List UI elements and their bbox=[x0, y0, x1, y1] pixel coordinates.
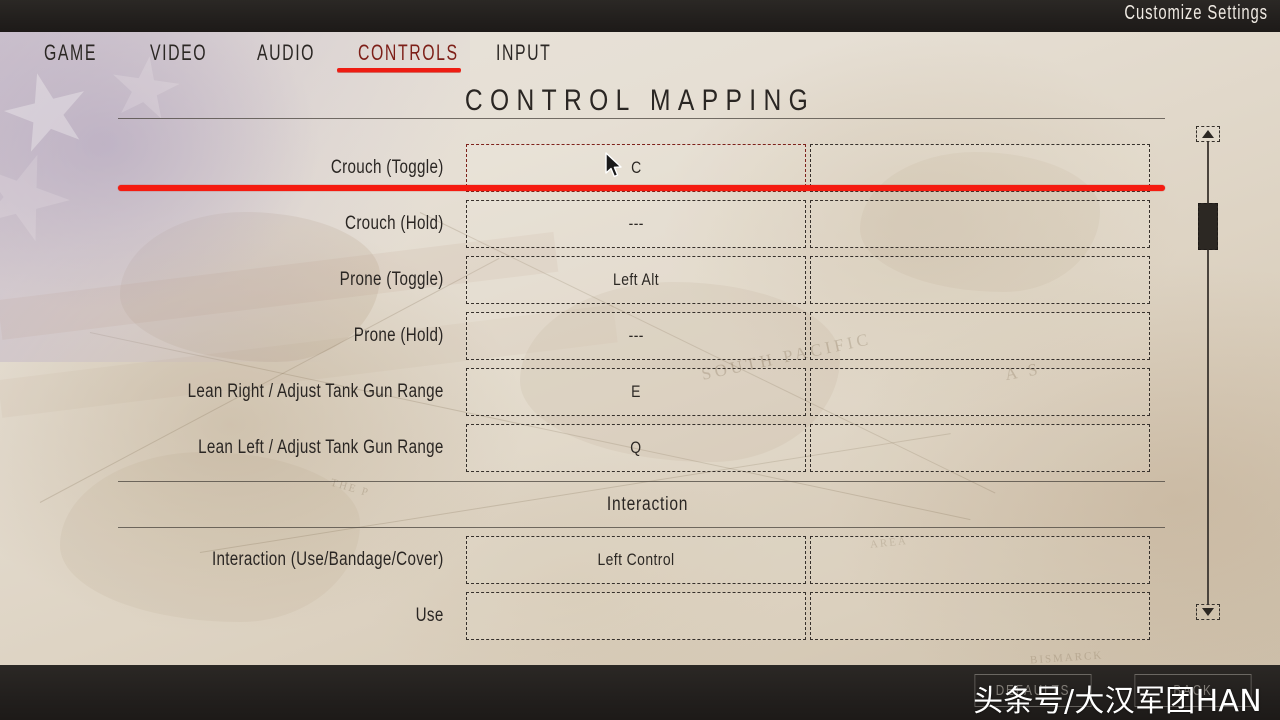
row-label: Crouch (Hold) bbox=[345, 213, 444, 234]
row-label: Crouch (Toggle) bbox=[330, 157, 444, 178]
keybind-cell-primary[interactable]: --- bbox=[466, 200, 806, 248]
keybind-value: Left Control bbox=[597, 550, 675, 569]
keybind-cell-secondary[interactable] bbox=[810, 200, 1150, 248]
keybind-cell-primary[interactable] bbox=[466, 592, 806, 640]
keybind-value: --- bbox=[628, 214, 644, 233]
map-label-bismarck: BISMARCK bbox=[1029, 649, 1104, 667]
back-button[interactable]: BACK bbox=[1134, 674, 1252, 707]
tab-audio[interactable]: AUDIO bbox=[257, 40, 315, 66]
table-row: Crouch (Hold) --- bbox=[118, 200, 1178, 248]
row-label: Use bbox=[415, 605, 444, 626]
group-divider-bottom bbox=[118, 527, 1165, 528]
keybind-value: Q bbox=[630, 438, 642, 457]
keybind-cell-secondary[interactable] bbox=[810, 256, 1150, 304]
scroll-up-button[interactable] bbox=[1196, 126, 1220, 142]
group-divider-top bbox=[118, 481, 1165, 482]
table-row: Use bbox=[118, 592, 1178, 640]
page-title: CONTROL MAPPING bbox=[464, 84, 816, 117]
keybind-cell-secondary[interactable] bbox=[810, 368, 1150, 416]
keybind-cell-primary[interactable]: Left Alt bbox=[466, 256, 806, 304]
title-bar: Customize Settings bbox=[0, 0, 1280, 32]
group-header-label: Interaction bbox=[607, 494, 689, 515]
row-label: Lean Left / Adjust Tank Gun Range bbox=[198, 437, 444, 458]
keybind-value: Left Alt bbox=[613, 270, 659, 289]
keybind-cell-primary[interactable]: Q bbox=[466, 424, 806, 472]
scrollbar-thumb[interactable] bbox=[1198, 203, 1218, 250]
defaults-button[interactable]: DEFAULTS bbox=[974, 674, 1092, 707]
window-title: Customize Settings bbox=[1124, 2, 1268, 24]
keybind-cell-secondary[interactable] bbox=[810, 312, 1150, 360]
footer-buttons: DEFAULTS BACK bbox=[958, 674, 1268, 707]
keybind-value: --- bbox=[628, 326, 644, 345]
table-row: Lean Right / Adjust Tank Gun Range E bbox=[118, 368, 1178, 416]
keybind-cell-primary[interactable]: Left Control bbox=[466, 536, 806, 584]
keybind-value: C bbox=[630, 158, 642, 177]
keybind-cell-secondary[interactable] bbox=[810, 536, 1150, 584]
keybind-cell-secondary[interactable] bbox=[810, 592, 1150, 640]
table-row: Lean Left / Adjust Tank Gun Range Q bbox=[118, 424, 1178, 472]
keybind-cell-primary[interactable]: --- bbox=[466, 312, 806, 360]
scroll-up-arrow-icon bbox=[1202, 130, 1214, 138]
header-divider bbox=[118, 118, 1165, 119]
active-tab-underline-annotation bbox=[337, 68, 461, 72]
table-row: Prone (Hold) --- bbox=[118, 312, 1178, 360]
settings-tabbar: GAME VIDEO AUDIO CONTROLS INPUT bbox=[0, 40, 1280, 74]
tab-game[interactable]: GAME bbox=[44, 40, 97, 66]
vertical-scrollbar[interactable] bbox=[1196, 126, 1220, 620]
flag-star-icon bbox=[0, 63, 99, 163]
settings-screen: SOUTH PACIFIC A S AREA THE P BISMARCK Cu… bbox=[0, 0, 1280, 720]
table-row: Interaction (Use/Bandage/Cover) Left Con… bbox=[118, 536, 1178, 584]
row-label: Interaction (Use/Bandage/Cover) bbox=[211, 549, 444, 570]
tab-controls[interactable]: CONTROLS bbox=[358, 40, 459, 66]
row-label: Prone (Toggle) bbox=[339, 269, 444, 290]
row-label: Lean Right / Adjust Tank Gun Range bbox=[187, 381, 444, 402]
keybind-cell-secondary[interactable] bbox=[810, 424, 1150, 472]
scroll-down-button[interactable] bbox=[1196, 604, 1220, 620]
flag-star-icon bbox=[0, 138, 82, 255]
tab-input[interactable]: INPUT bbox=[496, 40, 551, 66]
tab-video[interactable]: VIDEO bbox=[150, 40, 207, 66]
row-label: Prone (Hold) bbox=[353, 325, 444, 346]
keybind-value: E bbox=[631, 382, 641, 401]
keybind-cell-primary[interactable]: E bbox=[466, 368, 806, 416]
group-header-interaction: Interaction bbox=[118, 483, 1178, 527]
table-row: Prone (Toggle) Left Alt bbox=[118, 256, 1178, 304]
red-strike-annotation bbox=[118, 185, 1165, 191]
scroll-down-arrow-icon bbox=[1202, 608, 1214, 616]
